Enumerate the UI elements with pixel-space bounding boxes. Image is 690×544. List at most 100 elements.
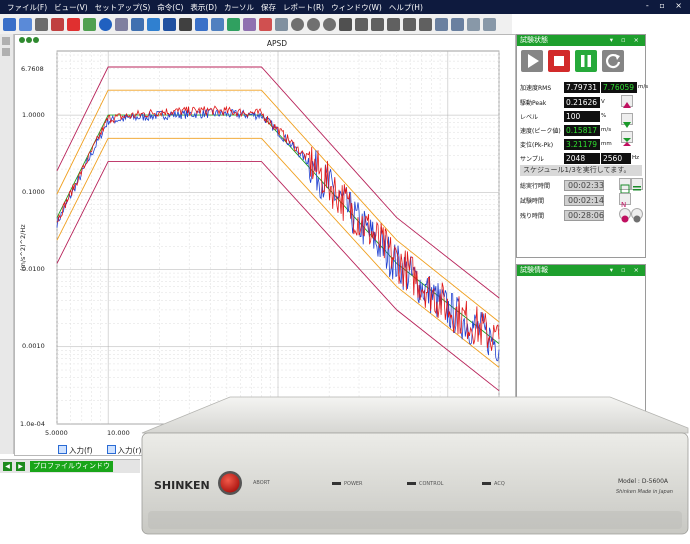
menu-file[interactable]: ファイル(F) — [7, 2, 47, 13]
save-icon[interactable] — [3, 17, 16, 31]
zoom-icon[interactable] — [291, 17, 304, 31]
help-icon[interactable] — [99, 17, 112, 31]
row-label: 試験時間 — [520, 197, 545, 205]
test-time-value: 00:02:14 — [564, 194, 604, 206]
menu-cursor[interactable]: カーソル — [224, 2, 254, 13]
schedule-message: スケジュール1/3を実行してます。 — [520, 165, 642, 176]
band-cursor-icon[interactable] — [419, 17, 432, 31]
row-label: 駆動Peak — [520, 99, 547, 107]
row-remaining-time: 残り時間 00:28:06 — [520, 209, 604, 221]
accel-rms-ctrl-value: 7.76059 — [601, 81, 637, 93]
monitor-icon[interactable] — [147, 17, 160, 31]
annotate-icon[interactable] — [435, 17, 448, 31]
timer-button[interactable] — [619, 208, 631, 223]
settings-icon[interactable] — [179, 17, 192, 31]
row-unit: % — [601, 113, 607, 119]
setup-icon[interactable] — [115, 17, 128, 31]
export-icon[interactable] — [467, 17, 480, 31]
menu-display[interactable]: 表示(D) — [190, 2, 217, 13]
abort-button[interactable] — [220, 473, 240, 493]
row-label: 総実行時間 — [520, 182, 551, 190]
checkbox-icon[interactable] — [106, 445, 116, 454]
pause-button[interactable] — [575, 50, 597, 72]
crosshair-icon[interactable] — [355, 17, 368, 31]
device-illustration: SHINKEN ABORT POWER CONTROL ACQ Model : … — [141, 396, 689, 535]
menu-help[interactable]: ヘルプ(H) — [389, 2, 423, 13]
window-button-icon[interactable] — [26, 37, 32, 43]
left-dock-strip — [0, 34, 14, 454]
legend-label: 入力(r) — [117, 446, 142, 455]
zoom-out-icon[interactable] — [323, 17, 336, 31]
menu-setup[interactable]: セットアップ(S) — [95, 2, 151, 13]
restart-button[interactable] — [602, 50, 624, 72]
report-icon[interactable] — [67, 17, 80, 31]
row-total-time: 総実行時間 00:02:33 — [520, 179, 604, 191]
cursor-l-icon[interactable] — [339, 17, 352, 31]
dock-tab-icon[interactable] — [2, 48, 10, 56]
panel-controls[interactable]: ▾ ▫ × — [610, 265, 642, 276]
new-icon[interactable] — [51, 17, 64, 31]
tab-profile-window[interactable]: プロファイルウィンドウ — [30, 461, 113, 472]
graph-icon[interactable] — [131, 17, 144, 31]
remaining-time-value: 00:28:06 — [564, 209, 604, 221]
window-controls[interactable]: - ▫ × — [646, 1, 686, 10]
print-icon[interactable] — [483, 17, 496, 31]
row-label: レベル — [520, 113, 539, 121]
level-down-button[interactable] — [621, 113, 633, 128]
y-cursor-icon[interactable] — [403, 17, 416, 31]
schedule-button[interactable] — [619, 178, 631, 194]
list-icon — [633, 186, 641, 191]
toolbar — [0, 14, 512, 35]
open-icon[interactable] — [35, 17, 48, 31]
menu-report[interactable]: レポート(R) — [283, 2, 324, 13]
level-up-button[interactable] — [621, 95, 633, 108]
window-button-icon[interactable] — [33, 37, 39, 43]
timer-reset-button[interactable] — [631, 208, 643, 223]
level-reset-button[interactable] — [621, 131, 633, 146]
menu-command[interactable]: 命令(C) — [157, 2, 183, 13]
prev-icon[interactable]: ◀ — [3, 462, 12, 471]
layout-icon[interactable] — [211, 17, 224, 31]
legend-item-input-f[interactable]: 入力(f) — [58, 445, 93, 456]
refresh-icon — [605, 54, 621, 69]
wizard-icon[interactable] — [83, 17, 96, 31]
row-accel-rms: 加速度RMS 7.79731 7.76059 m/s — [520, 81, 648, 93]
grid-icon[interactable] — [259, 17, 272, 31]
chart-title: APSD — [267, 39, 287, 48]
display-icon[interactable] — [163, 17, 176, 31]
annotate-2-icon[interactable] — [451, 17, 464, 31]
checkbox-icon[interactable] — [58, 445, 67, 454]
start-button[interactable] — [521, 50, 543, 72]
list-button[interactable] — [631, 178, 643, 191]
menu-window[interactable]: ウィンドウ(W) — [331, 2, 382, 13]
menu-save[interactable]: 保存 — [261, 2, 276, 13]
clock-icon — [621, 215, 629, 223]
row-displacement: 変位(Pk-Pk) 3.21179 mm — [520, 138, 612, 150]
window-button-icon[interactable] — [19, 37, 25, 43]
undo-icon[interactable] — [19, 17, 32, 31]
window-icon[interactable] — [195, 17, 208, 31]
level-value: 100 — [564, 110, 600, 122]
panel-controls[interactable]: ▾ ▫ × — [610, 35, 642, 46]
peak-cursor-icon[interactable] — [371, 17, 384, 31]
next-icon[interactable]: ▶ — [16, 462, 25, 471]
time-edit-button[interactable]: N — [619, 193, 631, 209]
row-label: 速度(ピーク値) — [520, 127, 561, 135]
menu-view[interactable]: ビュー(V) — [54, 2, 87, 13]
y-tick-label: 0.0010 — [22, 342, 45, 350]
legend-item-input-r[interactable]: 入力(r) — [106, 445, 142, 456]
bar-icon[interactable] — [227, 17, 240, 31]
row-test-time: 試験時間 00:02:14 — [520, 194, 604, 206]
zoom-in-icon[interactable] — [307, 17, 320, 31]
row-label: サンプル — [520, 155, 544, 163]
panel-title: 試験状態 — [520, 36, 548, 44]
log-icon[interactable] — [275, 17, 288, 31]
arrow-down-icon — [623, 122, 631, 128]
harmonic-cursor-icon[interactable] — [387, 17, 400, 31]
x-tick-label: 10.000 — [107, 429, 130, 437]
pause-icon — [581, 55, 591, 67]
accel-rms-ref-value: 7.79731 — [564, 81, 600, 93]
list-icon[interactable] — [243, 17, 256, 31]
dock-pin-icon[interactable] — [2, 37, 10, 45]
stop-button[interactable] — [548, 50, 570, 72]
